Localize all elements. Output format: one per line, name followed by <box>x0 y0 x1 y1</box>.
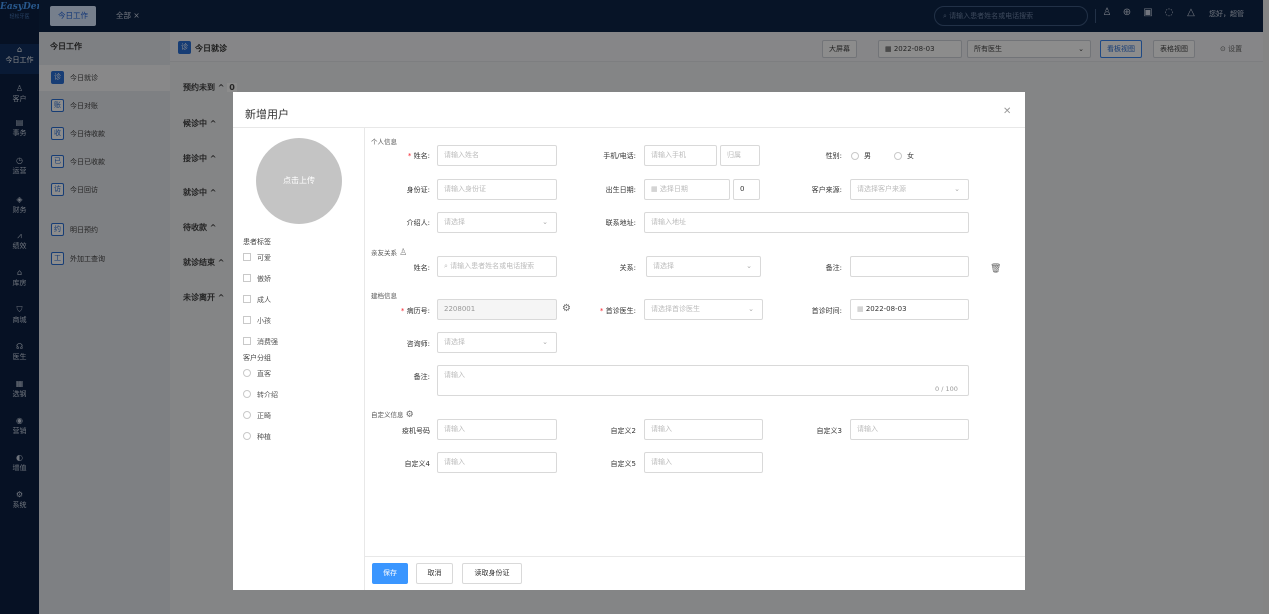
close-icon[interactable]: ✕ <box>1003 106 1011 117</box>
phone-input[interactable]: 请输入手机 <box>644 145 717 166</box>
divider <box>364 128 365 590</box>
tag-label: 成人 <box>257 296 271 304</box>
id-input[interactable]: 请输入身份证 <box>437 179 557 200</box>
read-id-card-button[interactable]: 读取身份证 <box>462 563 522 584</box>
tag-label: 消费强 <box>257 338 278 346</box>
tag-label: 傲娇 <box>257 275 271 283</box>
age-input[interactable]: 0 <box>733 179 760 200</box>
custom2-input[interactable]: 请输入 <box>644 419 763 440</box>
relative-search-input[interactable]: ⌕ 请输入患者姓名或电话搜索 <box>437 256 557 277</box>
tag-checkbox[interactable] <box>243 337 251 345</box>
source-label: 客户来源: <box>811 186 842 194</box>
relative-name-label: 姓名: <box>413 264 430 272</box>
chevron-down-icon: ⌄ <box>542 338 548 346</box>
tag-checkbox[interactable] <box>243 316 251 324</box>
section-archive: 建档信息 <box>371 292 397 300</box>
chevron-down-icon: ⌄ <box>748 305 754 313</box>
referrer-select[interactable]: 请选择 ⌄ <box>437 212 557 233</box>
tag-label: 可爱 <box>257 254 271 262</box>
section-personal-info: 个人信息 <box>371 138 397 146</box>
chevron-down-icon: ⌄ <box>746 262 752 270</box>
male-label: 男 <box>864 152 871 160</box>
trash-icon[interactable]: 🗑 <box>990 264 1001 274</box>
group-radio[interactable] <box>243 411 251 419</box>
section-relatives: 亲友关系 ♙ <box>371 248 408 258</box>
custom4-label: 自定义4 <box>404 460 430 468</box>
phone-label: 手机/电话: <box>603 152 636 160</box>
group-radio[interactable] <box>243 369 251 377</box>
custom2-label: 自定义2 <box>610 427 636 435</box>
chevron-down-icon: ⌄ <box>542 218 548 226</box>
gender-female-radio[interactable] <box>894 152 902 160</box>
custom4-input[interactable]: 请输入 <box>437 452 557 473</box>
gear-icon: ⚙ <box>405 410 414 420</box>
divider <box>364 556 1025 557</box>
id-label: 身份证: <box>406 186 430 194</box>
custom3-label: 自定义3 <box>816 427 842 435</box>
tag-label: 小孩 <box>257 317 271 325</box>
note-textarea[interactable]: 请输入 <box>437 365 969 396</box>
group-label: 直客 <box>257 370 271 378</box>
custom1-input[interactable]: 请输入 <box>437 419 557 440</box>
calendar-icon: ▦ <box>651 185 660 193</box>
custom5-input[interactable]: 请输入 <box>644 452 763 473</box>
add-user-dialog <box>233 92 1025 590</box>
calendar-icon: ▦ <box>857 305 866 313</box>
tag-checkbox[interactable] <box>243 274 251 282</box>
custom3-input[interactable]: 请输入 <box>850 419 969 440</box>
record-label: * 病历号: <box>400 307 430 315</box>
relation-select[interactable]: 请选择 ⌄ <box>646 256 761 277</box>
chevron-down-icon: ⌄ <box>954 185 960 193</box>
record-number-input[interactable]: 2208001 <box>437 299 557 320</box>
add-person-icon: ♙ <box>399 248 408 258</box>
relative-note-label: 备注: <box>825 264 842 272</box>
first-doctor-label: * 首诊医生: <box>599 307 636 315</box>
consultant-select[interactable]: 请选择 ⌄ <box>437 332 557 353</box>
customer-group-title: 客户分组 <box>243 354 271 362</box>
name-label: * 姓名: <box>407 152 430 160</box>
cancel-button[interactable]: 取消 <box>416 563 453 584</box>
section-custom: 自定义信息 ⚙ <box>371 410 414 420</box>
first-doctor-select[interactable]: 请选择首诊医生 ⌄ <box>644 299 763 320</box>
avatar-upload[interactable]: 点击上传 <box>256 138 342 224</box>
note-char-count: 0 / 100 <box>935 385 958 393</box>
birth-date-picker[interactable]: ▦ 选择日期 <box>644 179 730 200</box>
custom5-label: 自定义5 <box>610 460 636 468</box>
group-label: 种植 <box>257 433 271 441</box>
female-label: 女 <box>907 152 914 160</box>
gender-label: 性别: <box>825 152 842 160</box>
birth-label: 出生日期: <box>605 186 636 194</box>
region-input[interactable]: 归属 <box>720 145 760 166</box>
group-radio[interactable] <box>243 390 251 398</box>
tag-checkbox[interactable] <box>243 295 251 303</box>
referrer-label: 介绍人: <box>406 219 430 227</box>
relative-note-input[interactable] <box>850 256 969 277</box>
group-label: 正畸 <box>257 412 271 420</box>
relation-label: 关系: <box>619 264 636 272</box>
source-select[interactable]: 请选择客户来源 ⌄ <box>850 179 969 200</box>
first-time-label: 首诊时间: <box>811 307 842 315</box>
custom1-label: 疫机号码 <box>402 427 430 435</box>
group-label: 转介绍 <box>257 391 278 399</box>
first-time-picker[interactable]: ▦ 2022-08-03 <box>850 299 969 320</box>
address-label: 联系地址: <box>605 219 636 227</box>
note-label: 备注: <box>413 373 430 381</box>
address-input[interactable]: 请输入地址 <box>644 212 969 233</box>
tag-group-title: 患者标签 <box>243 238 271 246</box>
tag-checkbox[interactable] <box>243 253 251 261</box>
consultant-label: 咨询师: <box>406 340 430 348</box>
group-radio[interactable] <box>243 432 251 440</box>
gender-male-radio[interactable] <box>851 152 859 160</box>
dialog-title: 新增用户 <box>245 108 289 121</box>
name-input[interactable]: 请输入姓名 <box>437 145 557 166</box>
divider <box>233 127 1025 128</box>
save-button[interactable]: 保存 <box>372 563 408 584</box>
